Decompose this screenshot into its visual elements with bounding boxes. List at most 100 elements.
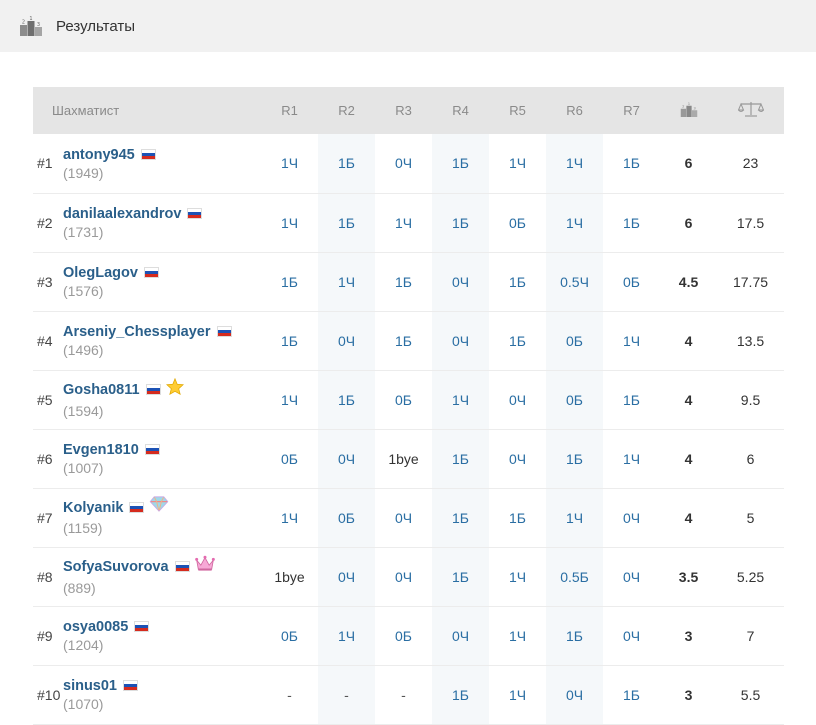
round-result-r1[interactable]: 1Ч	[261, 134, 318, 193]
round-result-r7[interactable]: 0Ч	[603, 547, 660, 606]
points-cell: 6	[684, 214, 693, 231]
round-result-r4[interactable]: 0Ч	[432, 311, 490, 370]
round-result-r4[interactable]: 0Ч	[432, 252, 490, 311]
round-result-r7[interactable]: 1Б	[603, 193, 660, 252]
player-name-link[interactable]: Arseniy_Chessplayer	[63, 324, 211, 340]
round-result-r7[interactable]: 1Ч	[603, 429, 660, 488]
round-result-r2[interactable]: 0Ч	[318, 429, 376, 488]
russia-flag-icon	[216, 325, 232, 337]
player-cell: OlegLagov (1576)	[63, 252, 261, 311]
round-result-r6[interactable]: 1Б	[546, 429, 604, 488]
column-header-r4[interactable]: R4	[432, 87, 489, 134]
round-result-r5[interactable]: 0Б	[489, 193, 546, 252]
round-result-r4[interactable]: 1Б	[432, 193, 490, 252]
round-result-r5[interactable]: 1Ч	[489, 134, 546, 193]
round-result-r2[interactable]: 0Ч	[318, 547, 376, 606]
player-name-link[interactable]: Evgen1810	[63, 442, 139, 458]
russia-flag-icon	[123, 679, 138, 691]
round-result-r2[interactable]: 0Ч	[318, 311, 376, 370]
column-header-tiebreak[interactable]	[717, 87, 784, 134]
player-name-link[interactable]: Gosha0811	[63, 382, 140, 398]
round-result-r3[interactable]: 0Б	[375, 370, 432, 429]
round-result-r7[interactable]: 1Б	[603, 134, 660, 193]
points-cell: 4.5	[678, 273, 699, 290]
round-result-r4[interactable]: 1Б	[432, 429, 490, 488]
column-header-r7[interactable]: R7	[603, 87, 660, 134]
scales-icon	[737, 102, 764, 120]
round-result-r1[interactable]: 1Ч	[261, 488, 318, 547]
round-result-r5[interactable]: 1Ч	[489, 547, 546, 606]
round-result-r2[interactable]: 1Б	[318, 193, 376, 252]
round-result-r6[interactable]: 1Б	[546, 606, 604, 665]
round-result-r7[interactable]: 0Б	[603, 252, 660, 311]
player-name-link[interactable]: danilaalexandrov	[63, 206, 181, 222]
round-result-r3[interactable]: 1Ч	[375, 193, 432, 252]
round-result-r5[interactable]: 0Ч	[489, 429, 546, 488]
player-rating: (1594)	[63, 402, 104, 419]
round-result-r3[interactable]: 0Ч	[375, 134, 432, 193]
round-result-r6[interactable]: 0Ч	[546, 665, 604, 724]
player-rating: (1576)	[63, 283, 104, 299]
round-result-r1[interactable]: 0Б	[261, 606, 318, 665]
round-result-r4[interactable]: 1Б	[432, 547, 490, 606]
round-result-r3[interactable]: 0Ч	[375, 547, 432, 606]
round-result-r1[interactable]: 1Ч	[261, 370, 318, 429]
column-header-points[interactable]: 2 1 3	[660, 87, 717, 134]
round-result-r4[interactable]: 0Ч	[432, 606, 490, 665]
round-result-r3[interactable]: 0Ч	[375, 488, 432, 547]
player-name-link[interactable]: OlegLagov	[63, 265, 138, 281]
round-result-r7[interactable]: 1Б	[603, 665, 660, 724]
star-icon	[165, 377, 184, 398]
round-result-r4[interactable]: 1Б	[432, 665, 490, 724]
results-header: 2 1 3 Результаты	[0, 0, 816, 52]
round-result-r3[interactable]: 1Б	[375, 311, 432, 370]
round-result-r6[interactable]: 0.5Б	[546, 547, 604, 606]
round-result-r2[interactable]: 0Б	[318, 488, 376, 547]
round-result-r7[interactable]: 1Б	[603, 370, 660, 429]
round-result-r7[interactable]: 0Ч	[603, 606, 660, 665]
round-result-r6[interactable]: 1Ч	[546, 134, 604, 193]
player-name-link[interactable]: sinus01	[63, 678, 117, 694]
round-result-r5[interactable]: 1Б	[489, 311, 546, 370]
round-result-r5[interactable]: 1Б	[489, 252, 546, 311]
round-result-r2[interactable]: 1Б	[318, 134, 376, 193]
table-row: #6 Evgen1810 (1007) 0Б 0Ч 1bye 1Б 0Ч 1Б 1Ч 4 6	[33, 429, 785, 488]
round-result-r2[interactable]: 1Б	[318, 370, 376, 429]
column-header-r3[interactable]: R3	[375, 87, 432, 134]
rank-cell: #6	[37, 450, 53, 467]
round-result-r7[interactable]: 1Ч	[603, 311, 660, 370]
column-header-r6[interactable]: R6	[546, 87, 603, 134]
round-result-r2[interactable]: 1Ч	[318, 606, 376, 665]
round-result-r6[interactable]: 0Б	[546, 370, 604, 429]
round-result-r4[interactable]: 1Б	[432, 134, 490, 193]
column-header-r1[interactable]: R1	[261, 87, 318, 134]
round-result-r1[interactable]: 1Ч	[261, 193, 318, 252]
column-header-r5[interactable]: R5	[489, 87, 546, 134]
player-name-link[interactable]: antony945	[63, 147, 135, 163]
round-result-r1[interactable]: 0Б	[261, 429, 318, 488]
round-result-r1[interactable]: 1Б	[261, 311, 318, 370]
column-header-player[interactable]: Шахматист	[33, 87, 261, 134]
round-result-r6[interactable]: 0.5Ч	[546, 252, 604, 311]
russia-flag-icon	[134, 620, 150, 632]
column-header-r2[interactable]: R2	[318, 87, 375, 134]
round-result-r7[interactable]: 0Ч	[603, 488, 660, 547]
round-result-r4[interactable]: 1Б	[432, 488, 490, 547]
player-name-link[interactable]: osya0085	[63, 619, 128, 635]
round-result-r2[interactable]: 1Ч	[318, 252, 376, 311]
round-result-r5[interactable]: 0Ч	[489, 370, 546, 429]
round-result-r5[interactable]: 1Б	[489, 488, 546, 547]
round-result-r5[interactable]: 1Ч	[489, 665, 546, 724]
tiebreak-cell: 17.5	[736, 214, 765, 231]
round-result-r3[interactable]: 1Б	[375, 252, 432, 311]
round-result-r5[interactable]: 1Ч	[489, 606, 546, 665]
round-result-r6[interactable]: 1Ч	[546, 193, 604, 252]
round-result-r3[interactable]: 0Б	[375, 606, 432, 665]
round-result-r6[interactable]: 0Б	[546, 311, 604, 370]
round-result-r6[interactable]: 1Ч	[546, 488, 604, 547]
player-name-link[interactable]: SofyaSuvorova	[63, 559, 169, 575]
round-result-r1[interactable]: 1Б	[261, 252, 318, 311]
round-result-r4[interactable]: 1Ч	[432, 370, 490, 429]
player-name-link[interactable]: Kolyanik	[63, 500, 123, 516]
player-cell: osya0085 (1204)	[63, 606, 261, 665]
